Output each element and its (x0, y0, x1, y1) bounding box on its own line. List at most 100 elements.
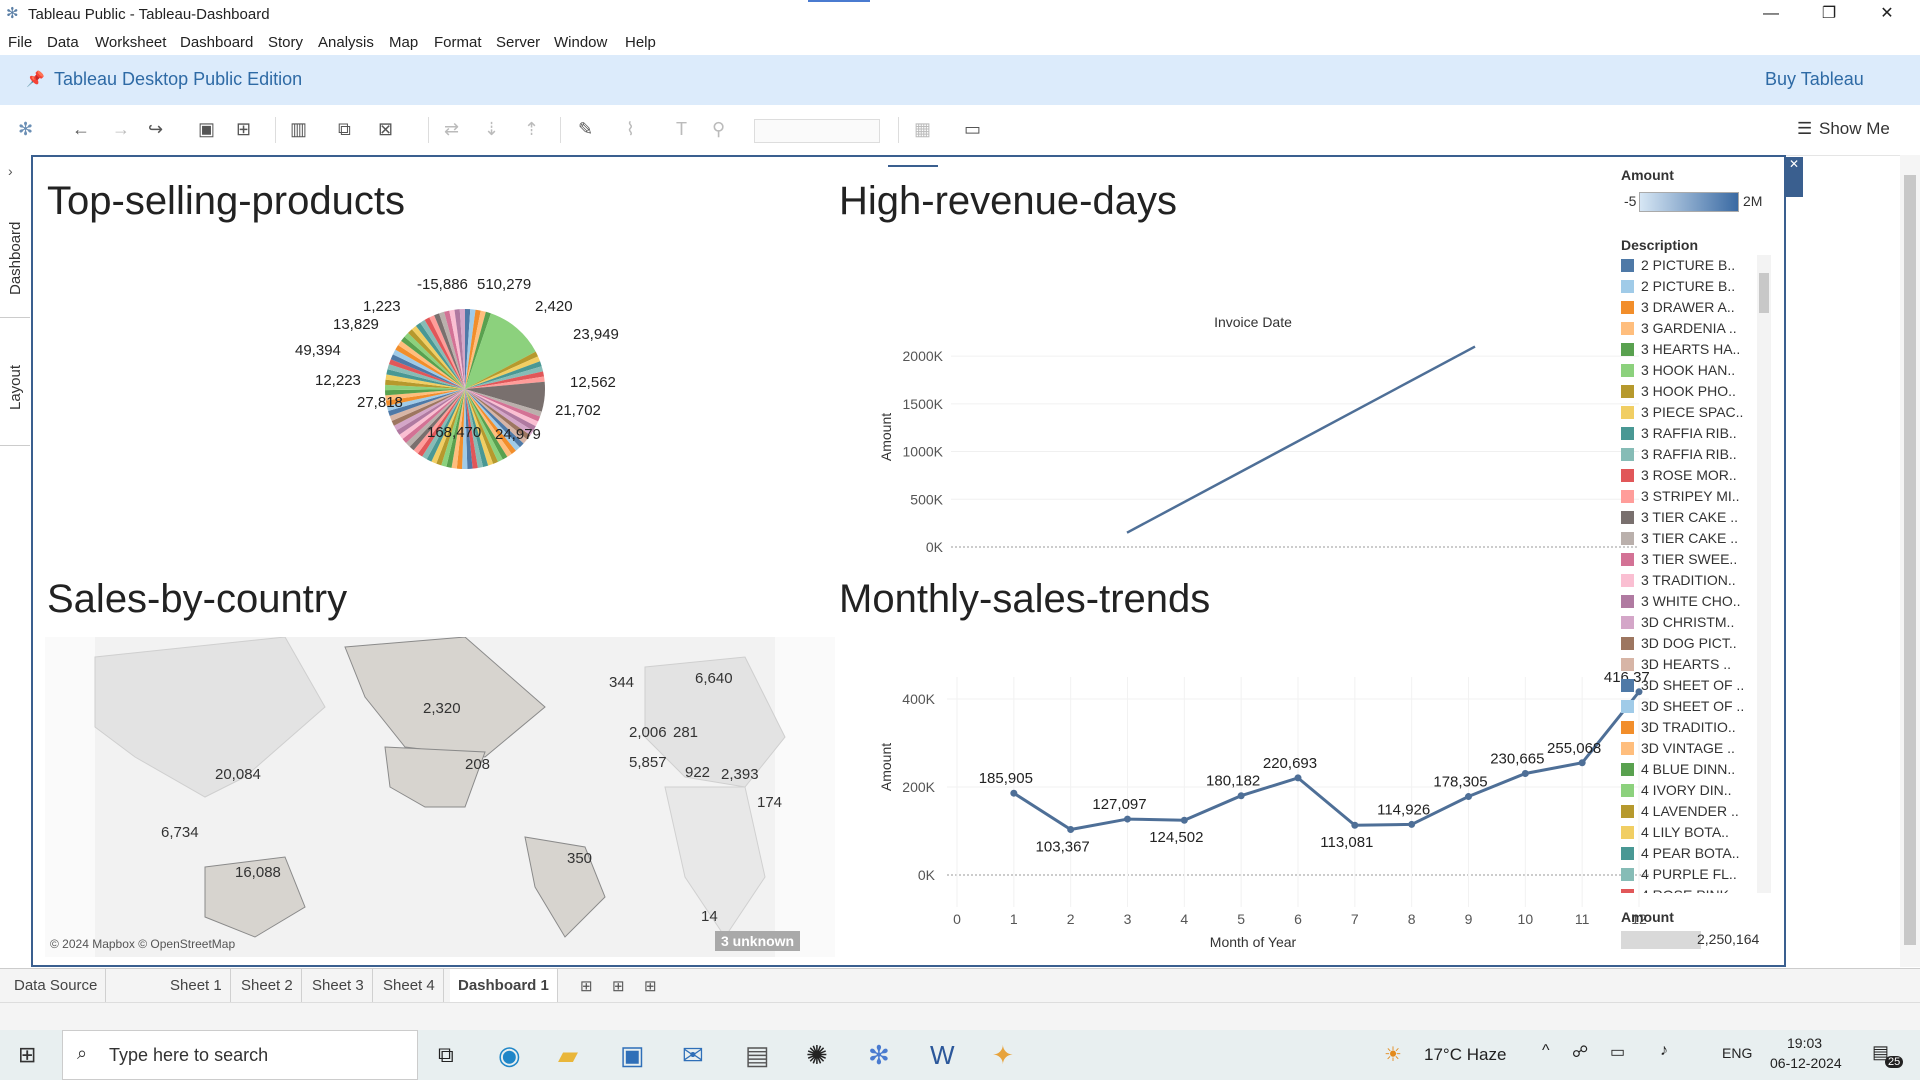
store-icon[interactable]: ▣ (620, 1040, 645, 1071)
chevron-up-icon[interactable]: ^ (1542, 1042, 1550, 1060)
status-bar (0, 1002, 1920, 1031)
legend-swatch (1621, 469, 1634, 482)
menu-worksheet[interactable]: Worksheet (95, 34, 166, 51)
menu-dashboard[interactable]: Dashboard (180, 34, 253, 51)
clear-sheet-icon[interactable]: ⊠ (378, 119, 393, 140)
taskbar-search[interactable]: ⌕ Type here to search (62, 1030, 418, 1080)
notes-icon[interactable]: ▤ (745, 1040, 770, 1071)
presentation-icon[interactable]: ▭ (964, 119, 981, 140)
data-point (1294, 774, 1302, 782)
main-scrollbar[interactable] (1900, 155, 1920, 967)
new-datasource-icon[interactable]: ⊞ (236, 119, 251, 140)
edge-icon[interactable]: ◉ (498, 1040, 521, 1071)
tab-sheet-1[interactable]: Sheet 1 (162, 969, 231, 1003)
forward-arrow-icon[interactable]: → (112, 119, 130, 140)
battery-icon[interactable]: ▭ (1610, 1042, 1625, 1062)
menu-data[interactable]: Data (47, 34, 79, 51)
swap-icon[interactable]: ⇄ (444, 119, 459, 140)
language-indicator[interactable]: ENG (1722, 1045, 1752, 1061)
tab-sheet-3[interactable]: Sheet 3 (304, 969, 373, 1003)
show-me-button[interactable]: Show Me (1819, 119, 1890, 139)
menu-map[interactable]: Map (389, 34, 418, 51)
legend-label: 3 TIER CAKE .. (1641, 530, 1738, 546)
sort-ascending-icon[interactable]: ⇣ (484, 119, 499, 140)
menu-server[interactable]: Server (496, 34, 540, 51)
minimize-icon[interactable]: — (1742, 0, 1800, 30)
x-tick-label: 4 (1180, 911, 1188, 927)
monthly-series: 185,905 103,367 127,097124,502 180,182220,6… (979, 669, 1649, 856)
volume-icon[interactable]: ♪ (1660, 1042, 1668, 1060)
expand-chevron-icon[interactable]: › (8, 163, 13, 179)
cards-icon[interactable]: ▦ (914, 119, 931, 140)
weather-text[interactable]: 17°C Haze (1424, 1045, 1506, 1065)
revenue-line (1126, 345, 1476, 534)
pin-axis-icon[interactable]: ⚲ (712, 119, 725, 140)
attach-icon[interactable]: ⌇ (626, 119, 635, 140)
menu-format[interactable]: Format (434, 34, 482, 51)
x-tick-label: 8 (1408, 911, 1416, 927)
mail-icon[interactable]: ✉ (682, 1040, 704, 1071)
amount2-legend-title: Amount (1621, 909, 1674, 925)
tab-sheet-4[interactable]: Sheet 4 (375, 969, 444, 1003)
clock-time[interactable]: 19:03 (1787, 1035, 1822, 1051)
restore-icon[interactable]: ❐ (1800, 0, 1858, 30)
clock-date[interactable]: 06-12-2024 (1770, 1055, 1842, 1071)
paint-icon[interactable]: ✦ (992, 1040, 1014, 1071)
duplicate-icon[interactable]: ⧉ (338, 119, 351, 140)
menu-analysis[interactable]: Analysis (318, 34, 374, 51)
chatgpt-icon[interactable]: ✺ (806, 1040, 828, 1071)
close-container-icon[interactable]: ✕ (1785, 157, 1803, 197)
redo-icon[interactable]: ↪ (148, 119, 163, 140)
amount2-value: 2,250,164 (1697, 931, 1760, 947)
invoice-date-header: Invoice Date (1214, 314, 1292, 330)
legend-scroll-thumb[interactable] (1759, 273, 1769, 313)
show-me-icon[interactable]: ☰ (1797, 119, 1812, 139)
new-worksheet-icon[interactable]: ▥ (290, 119, 307, 140)
unknown-badge[interactable]: 3 unknown (715, 931, 801, 951)
toolbar-separator (898, 117, 899, 143)
close-icon[interactable]: ✕ (1858, 0, 1916, 30)
new-dashboard-tab-icon[interactable]: ⊞ (612, 977, 625, 995)
main-scroll-thumb[interactable] (1904, 175, 1916, 945)
legend-swatch (1621, 868, 1634, 881)
layout-side-tab[interactable]: Layout (7, 365, 24, 410)
map-attribution: © 2024 Mapbox © OpenStreetMap (50, 937, 236, 951)
legend-scrollbar[interactable] (1757, 255, 1771, 893)
menu-window[interactable]: Window (554, 34, 607, 51)
map-label: 2,006 (629, 724, 667, 741)
drag-handle[interactable] (888, 155, 938, 167)
back-arrow-icon[interactable]: ← (72, 119, 90, 140)
network-icon[interactable]: ☍ (1572, 1042, 1588, 1062)
sort-descending-icon[interactable]: ⇡ (524, 119, 539, 140)
menu-file[interactable]: File (8, 34, 32, 51)
description-legend-list[interactable]: 2 PICTURE B.. 2 PICTURE B.. 3 DRAWER A.. 3 … (1621, 255, 1771, 893)
tab-sheet-2[interactable]: Sheet 2 (233, 969, 302, 1003)
fit-dropdown[interactable] (754, 119, 880, 143)
highlight-icon[interactable]: ✎ (578, 119, 593, 140)
new-worksheet-tab-icon[interactable]: ⊞ (580, 977, 593, 995)
menu-story[interactable]: Story (268, 34, 303, 51)
y-tick-label: 1500K (903, 396, 944, 412)
tab-data-source[interactable]: Data Source (6, 969, 107, 1003)
text-label-icon[interactable]: T (676, 119, 687, 140)
data-label: 230,665 (1490, 751, 1544, 768)
menu-help[interactable]: Help (625, 34, 656, 51)
new-story-tab-icon[interactable]: ⊞ (644, 977, 657, 995)
weather-icon[interactable]: ☀ (1384, 1042, 1402, 1067)
tableau-logo-icon[interactable]: ✻ (18, 119, 33, 140)
tableau-taskbar-icon[interactable]: ✻ (868, 1040, 890, 1071)
sheet-title-high-revenue: High-revenue-days (839, 179, 1177, 223)
task-view-icon[interactable]: ⧉ (438, 1042, 454, 1068)
windows-start-icon[interactable]: ⊞ (18, 1042, 36, 1068)
word-icon[interactable]: W (930, 1040, 955, 1071)
legend-label: 4 PURPLE FL.. (1641, 866, 1737, 882)
tab-dashboard-1[interactable]: Dashboard 1 (450, 969, 558, 1003)
y-tick-label: 400K (902, 691, 935, 707)
save-icon[interactable]: ▣ (198, 119, 215, 140)
legend-label: 3D SHEET OF .. (1641, 677, 1745, 693)
world-map[interactable]: 2,320 208 20,084 6,734 16,088 350 344 6,640 2,00… (45, 636, 835, 957)
pie-slices[interactable] (385, 309, 545, 469)
dashboard-side-tab[interactable]: Dashboard (7, 222, 24, 295)
file-explorer-icon[interactable]: ▰ (558, 1040, 578, 1071)
buy-tableau-link[interactable]: Buy Tableau (1765, 69, 1864, 90)
